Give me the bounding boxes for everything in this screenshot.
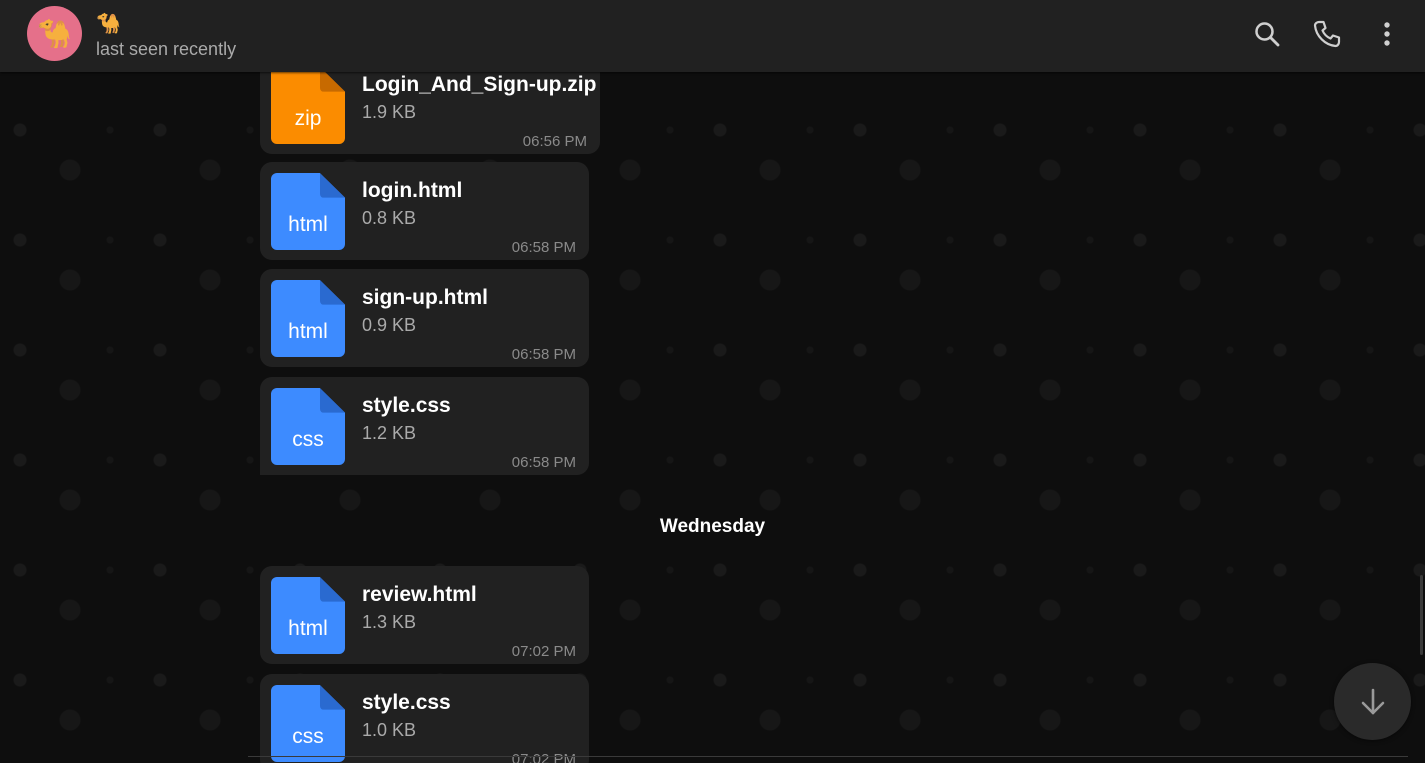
file-name[interactable]: style.css — [362, 394, 451, 418]
arrow-down-icon — [1361, 688, 1384, 714]
html-file-icon[interactable]: html — [271, 280, 345, 357]
more-options-button[interactable] — [1369, 16, 1405, 52]
file-message[interactable]: html login.html 0.8 KB 06:58 PM — [260, 162, 589, 260]
chat-background — [0, 0, 1425, 763]
more-vertical-icon — [1384, 22, 1390, 46]
chat-title[interactable]: 🐪 — [96, 12, 121, 36]
chat-window: 🐪 🐪 last seen recently zip Login_And_Sig… — [0, 0, 1425, 763]
message-time: 07:02 PM — [511, 643, 576, 660]
html-file-icon[interactable]: html — [271, 173, 345, 250]
call-button[interactable] — [1309, 16, 1345, 52]
message-time: 06:58 PM — [511, 239, 576, 256]
file-extension: html — [288, 213, 328, 236]
file-extension: html — [288, 320, 328, 343]
file-name[interactable]: review.html — [362, 583, 477, 607]
file-message[interactable]: html sign-up.html 0.9 KB 06:58 PM — [260, 269, 589, 367]
css-file-icon[interactable]: css — [271, 685, 345, 762]
file-message[interactable]: css style.css 1.0 KB 07:02 PM — [260, 674, 589, 763]
file-name[interactable]: style.css — [362, 691, 451, 715]
file-extension: zip — [294, 107, 322, 130]
search-button[interactable] — [1249, 16, 1285, 52]
file-size: 1.0 KB — [362, 720, 417, 740]
file-size: 0.9 KB — [362, 315, 417, 335]
message-time: 06:58 PM — [511, 454, 576, 471]
search-icon — [1255, 22, 1280, 47]
message-time: 07:02 PM — [511, 751, 576, 763]
scrollbar[interactable] — [1420, 575, 1423, 655]
avatar[interactable]: 🐪 — [27, 6, 82, 61]
message-time: 06:56 PM — [522, 133, 587, 150]
file-message[interactable]: html review.html 1.3 KB 07:02 PM — [260, 566, 589, 664]
css-file-icon[interactable]: css — [271, 388, 345, 465]
zip-file-icon[interactable]: zip — [271, 67, 345, 144]
message-time: 06:58 PM — [511, 346, 576, 363]
file-extension: css — [292, 428, 324, 451]
file-size: 1.2 KB — [362, 423, 417, 443]
file-extension: css — [292, 725, 324, 748]
scroll-to-bottom-button[interactable] — [1334, 663, 1411, 740]
file-name[interactable]: Login_And_Sign-up.zip — [362, 73, 596, 97]
file-message[interactable]: css style.css 1.2 KB 06:58 PM — [260, 377, 589, 475]
chat-status: last seen recently — [96, 39, 237, 59]
file-name[interactable]: login.html — [362, 179, 462, 203]
date-separator: Wednesday — [659, 516, 766, 537]
file-size: 1.3 KB — [362, 612, 417, 632]
phone-icon — [1313, 20, 1341, 48]
html-file-icon[interactable]: html — [271, 577, 345, 654]
file-size: 0.8 KB — [362, 208, 417, 228]
file-size: 1.9 KB — [362, 102, 417, 122]
file-name[interactable]: sign-up.html — [362, 286, 488, 310]
composer-divider — [248, 756, 1408, 757]
chat-header: 🐪 🐪 last seen recently — [0, 0, 1425, 72]
file-extension: html — [288, 617, 328, 640]
